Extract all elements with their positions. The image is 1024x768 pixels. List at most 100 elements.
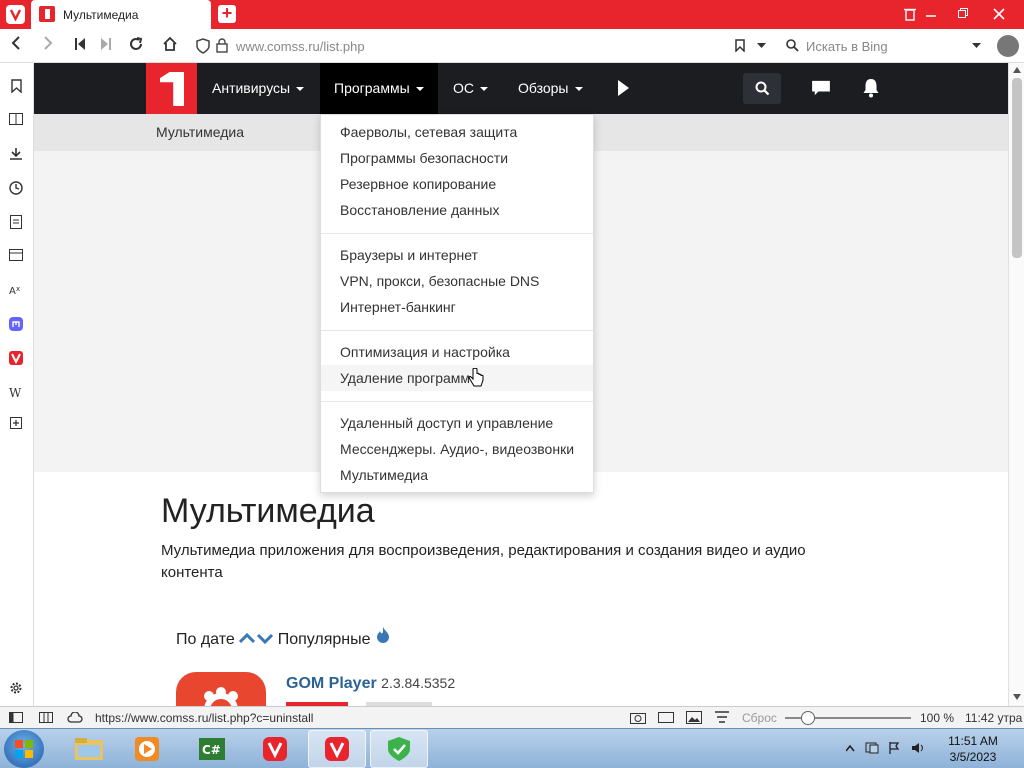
app-title[interactable]: GOM Player 2.3.84.5352	[286, 675, 455, 693]
dropdown-item-optimization[interactable]: Оптимизация и настройка	[321, 339, 593, 365]
panel-toggle-icon[interactable]	[9, 712, 23, 723]
rewind-icon[interactable]	[70, 36, 90, 56]
taskbar-explorer[interactable]	[60, 730, 118, 768]
breadcrumb[interactable]: Мультимедиа	[156, 124, 244, 140]
bookmarks-panel-icon[interactable]	[8, 79, 24, 95]
dropdown-item-recovery[interactable]: Восстановление данных	[321, 197, 593, 223]
dropdown-item-security[interactable]: Программы безопасности	[321, 145, 593, 171]
vivaldi-menu-icon[interactable]	[6, 5, 25, 24]
tray-clock[interactable]: 11:51 AM 3/5/2023	[942, 733, 1004, 765]
menu-os[interactable]: ОС	[439, 63, 502, 114]
cloud-sync-icon[interactable]	[67, 712, 83, 723]
app-version: 2.3.84.5352	[381, 675, 456, 691]
bookmark-icon[interactable]	[735, 39, 745, 52]
new-tab-button[interactable]: +	[218, 4, 236, 23]
svg-text:C#: C#	[202, 743, 221, 757]
shield-check-icon	[388, 737, 410, 761]
search-field[interactable]: Искать в Bing	[780, 34, 990, 58]
media-player-icon	[135, 737, 159, 761]
images-icon[interactable]	[686, 711, 702, 724]
dropdown-item-firewalls[interactable]: Фаерволы, сетевая защита	[321, 119, 593, 145]
search-placeholder: Искать в Bing	[806, 39, 888, 54]
capture-icon[interactable]	[630, 711, 646, 724]
dropdown-item-browsers[interactable]: Браузеры и интернет	[321, 242, 593, 268]
logo-digit-one-icon	[160, 72, 184, 106]
taskbar-csharp[interactable]: C#	[183, 730, 241, 768]
search-dropdown-icon[interactable]	[972, 43, 981, 49]
gom-player-icon[interactable]	[176, 672, 266, 706]
taskbar-security[interactable]	[370, 730, 428, 768]
page-scrollbar[interactable]	[1008, 63, 1024, 706]
site-favicon-icon	[39, 6, 55, 22]
zoom-slider-handle[interactable]	[801, 711, 815, 725]
sort-by-date[interactable]: По дате	[176, 631, 235, 648]
mastodon-icon[interactable]	[8, 317, 24, 333]
sort-popular[interactable]: Популярные	[278, 631, 371, 648]
bell-icon[interactable]	[862, 78, 880, 98]
profile-avatar[interactable]	[997, 35, 1019, 57]
search-icon	[755, 81, 770, 96]
window-icon[interactable]	[658, 712, 674, 723]
reading-list-icon[interactable]	[8, 113, 24, 129]
zoom-reset[interactable]: Сброс	[742, 711, 777, 725]
dropdown-item-multimedia[interactable]: Мультимедиа	[321, 462, 593, 488]
reload-icon[interactable]	[126, 36, 146, 56]
shield-icon[interactable]	[196, 38, 210, 54]
scroll-down-icon[interactable]	[1013, 694, 1021, 700]
dropdown-item-backup[interactable]: Резервное копирование	[321, 171, 593, 197]
sort-controls: По дате Популярные	[176, 626, 391, 649]
menu-reviews[interactable]: Обзоры	[504, 63, 597, 114]
menu-programs-label: Программы	[334, 80, 410, 96]
downloads-icon[interactable]	[8, 147, 24, 163]
nav-scroll-right-icon[interactable]	[618, 80, 629, 96]
caret-down-icon	[296, 87, 305, 92]
vivaldi-panel-icon[interactable]	[8, 351, 24, 367]
translate-icon[interactable]: Ax	[8, 283, 24, 299]
menu-antivirus[interactable]: Антивирусы	[198, 63, 318, 114]
add-panel-icon[interactable]	[8, 417, 24, 433]
search-engine-icon[interactable]	[786, 39, 802, 53]
caret-down-icon	[574, 87, 583, 92]
menu-programs[interactable]: Программы	[320, 63, 438, 114]
tray-time: 11:51 AM	[948, 734, 998, 748]
history-icon[interactable]	[8, 181, 24, 197]
start-button[interactable]	[4, 730, 44, 768]
dropdown-item-remote-access[interactable]: Удаленный доступ и управление	[321, 410, 593, 436]
chat-icon[interactable]	[811, 80, 831, 96]
taskbar: C# 11:51 AM 3/5/2023	[0, 728, 1024, 768]
back-icon[interactable]	[6, 36, 26, 56]
chevron-down-icon[interactable]	[757, 43, 766, 49]
taskbar-vivaldi[interactable]	[246, 730, 304, 768]
fast-forward-icon[interactable]	[96, 36, 116, 56]
vivaldi-icon	[263, 737, 287, 761]
tiling-icon[interactable]	[39, 712, 53, 723]
taskbar-vivaldi-active[interactable]	[308, 730, 366, 768]
tab-active[interactable]: Мультимедиа	[31, 0, 211, 29]
side-panel: Ax W	[0, 63, 34, 706]
lock-icon	[216, 38, 228, 53]
dropdown-item-uninstall[interactable]: Удаление программ	[321, 365, 593, 391]
window-panel-icon[interactable]	[8, 249, 24, 265]
dropdown-item-messengers[interactable]: Мессенджеры. Аудио-, видеозвонки	[321, 436, 593, 462]
scroll-thumb[interactable]	[1012, 78, 1022, 258]
dropdown-item-vpn[interactable]: VPN, прокси, безопасные DNS	[321, 268, 593, 294]
forward-icon[interactable]	[38, 36, 58, 56]
site-search-button[interactable]	[743, 73, 781, 104]
status-bar: https://www.comss.ru/list.php?c=uninstal…	[0, 706, 1024, 728]
zoom-level: 100 %	[920, 711, 955, 725]
scroll-up-icon[interactable]	[1013, 67, 1021, 73]
close-window-button[interactable]	[984, 0, 1014, 29]
maximize-button[interactable]	[948, 0, 978, 29]
home-icon[interactable]	[160, 36, 180, 56]
site-logo[interactable]	[146, 63, 197, 114]
taskbar-media-player[interactable]	[118, 730, 176, 768]
dropdown-item-banking[interactable]: Интернет-банкинг	[321, 294, 593, 320]
notes-icon[interactable]	[8, 215, 24, 231]
wikipedia-icon[interactable]: W	[8, 385, 24, 401]
sort-arrows-icon[interactable]	[239, 631, 277, 648]
url-field[interactable]: www.comss.ru/list.php	[190, 34, 775, 58]
app-name[interactable]: GOM Player	[286, 675, 377, 692]
minimize-button[interactable]	[916, 0, 946, 29]
page-actions-icon[interactable]	[714, 711, 730, 724]
settings-gear-icon[interactable]	[8, 681, 24, 697]
